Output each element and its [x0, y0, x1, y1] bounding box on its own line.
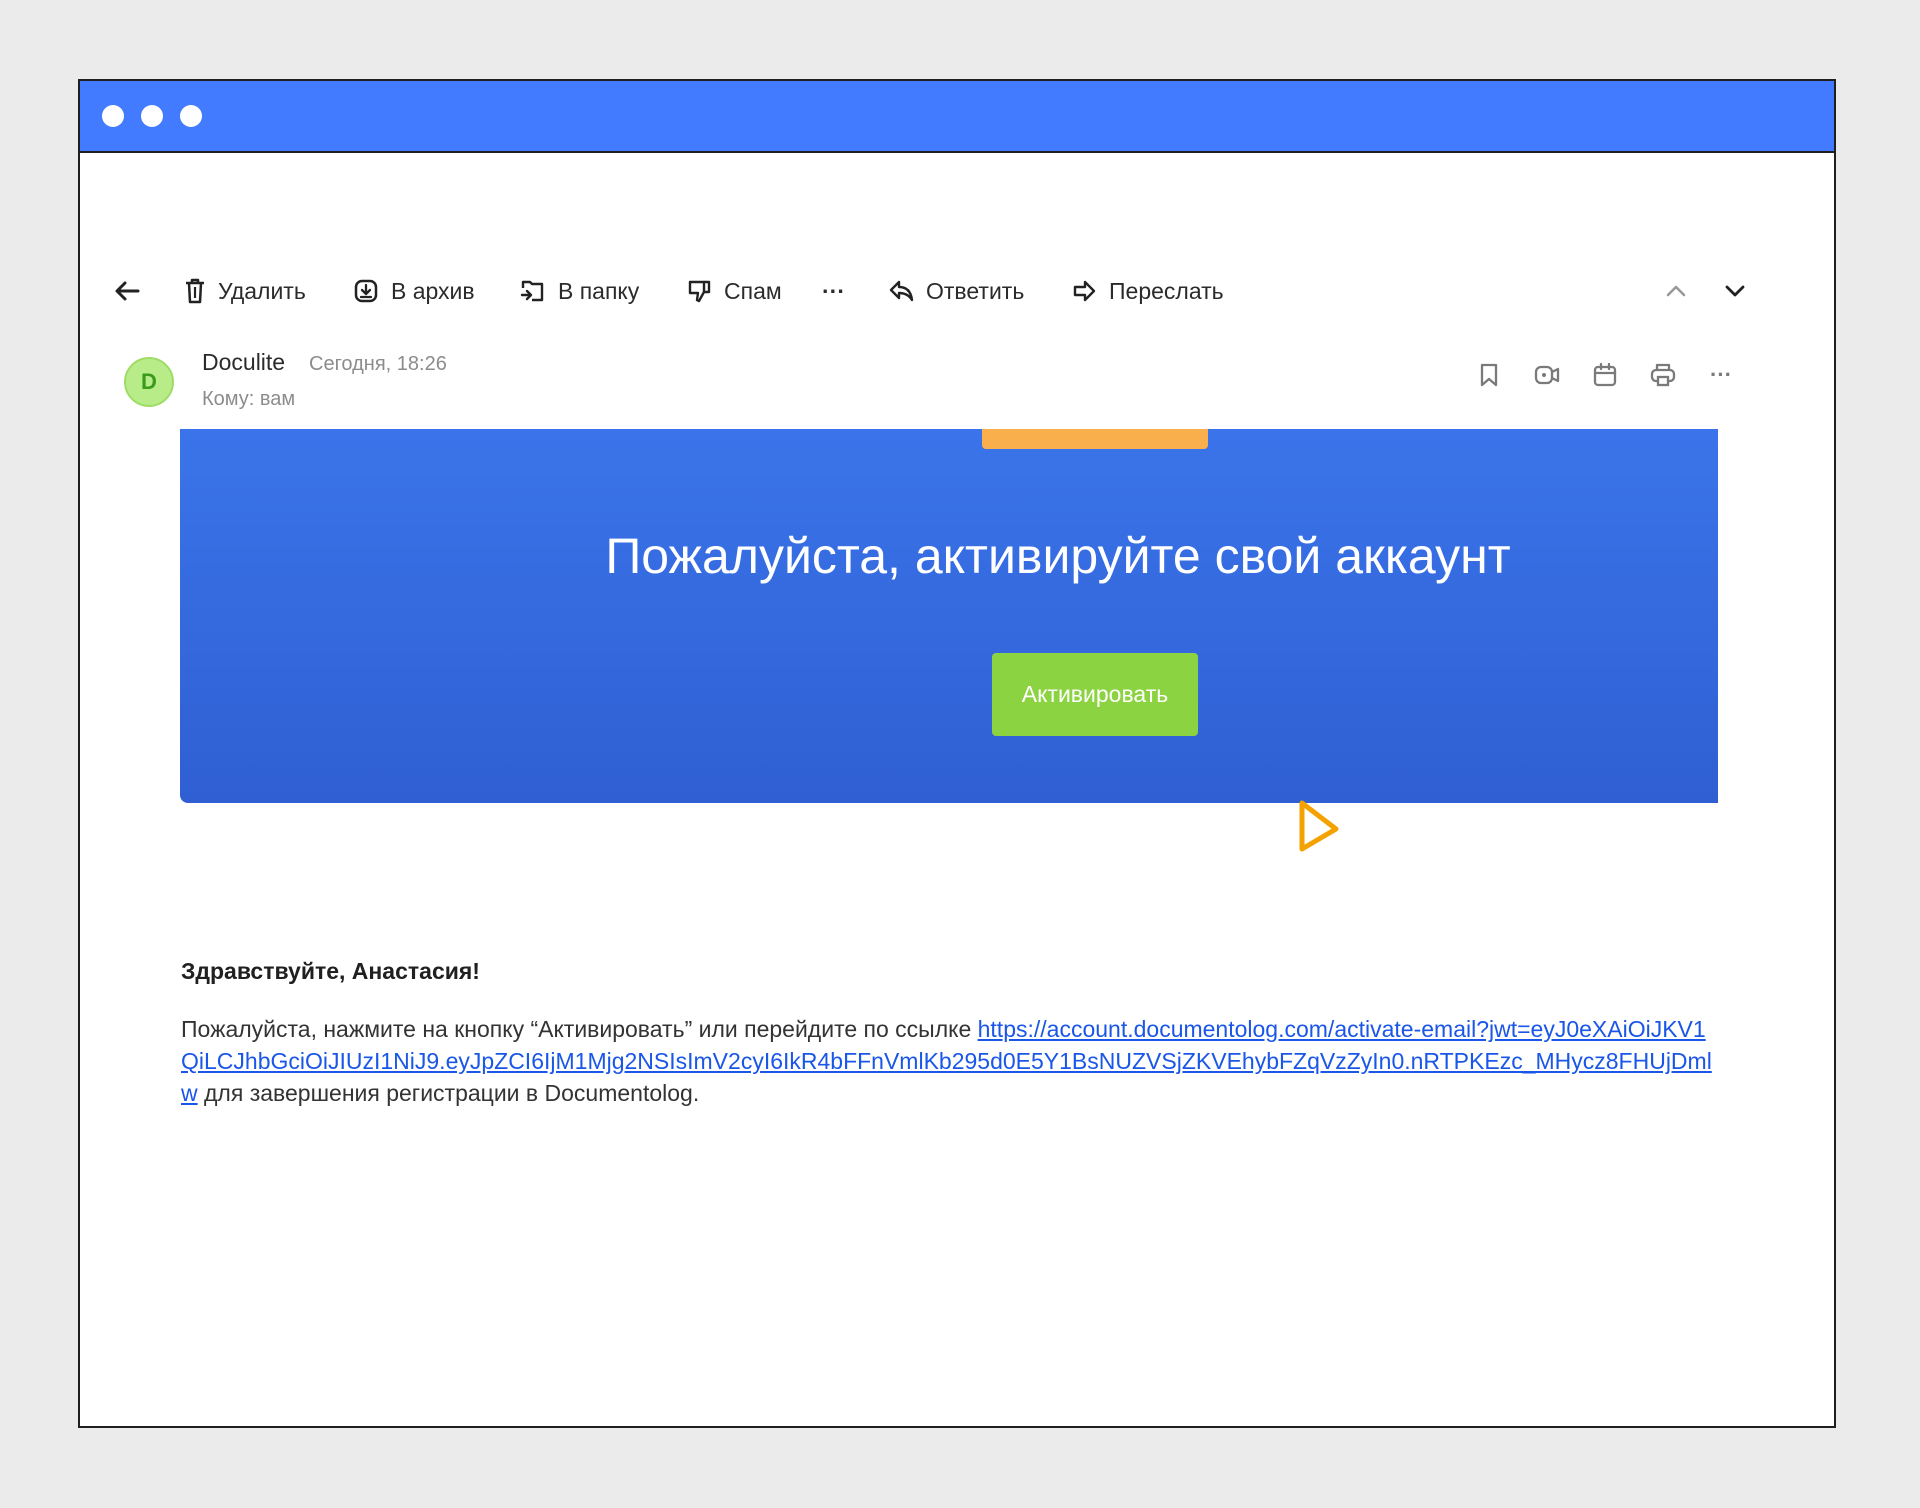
mail-toolbar: Удалить В архив В папку Спам ··· Ответит…	[80, 271, 1834, 311]
chevron-down-icon	[1725, 285, 1745, 297]
message-time: Сегодня, 18:26	[309, 353, 447, 375]
move-to-folder-button[interactable]: В папку	[520, 271, 639, 311]
reply-icon	[889, 280, 914, 302]
more-actions-button[interactable]: ···	[822, 271, 845, 311]
video-icon	[1534, 365, 1560, 385]
back-button[interactable]	[114, 271, 140, 311]
window-dot-1[interactable]	[102, 105, 124, 127]
window-titlebar	[80, 81, 1834, 153]
spam-label: Спам	[724, 277, 782, 304]
message-more-button[interactable]: ···	[1705, 359, 1737, 391]
browser-window: Удалить В архив В папку Спам ··· Ответит…	[78, 79, 1836, 1428]
arrow-left-icon	[115, 281, 140, 301]
spam-button[interactable]: Спам	[686, 271, 782, 311]
recipient-line: Кому: вам	[202, 388, 296, 410]
forward-button[interactable]: Переслать	[1071, 271, 1224, 311]
body-text-after: для завершения регистрации в Documentolo…	[197, 1080, 700, 1106]
banner-title: Пожалуйста, активируйте свой аккаунт	[605, 528, 1511, 584]
delete-label: Удалить	[218, 277, 306, 304]
calendar-icon	[1593, 362, 1617, 387]
bookmark-button[interactable]	[1473, 359, 1505, 391]
body-text-before: Пожалуйста, нажмите на кнопку “Активиров…	[181, 1016, 978, 1042]
archive-button[interactable]: В архив	[353, 271, 475, 311]
forward-icon	[1073, 280, 1096, 302]
calendar-button[interactable]	[1589, 359, 1621, 391]
activation-banner: Пожалуйста, активируйте свой аккаунт Акт…	[180, 429, 1718, 803]
archive-icon	[354, 279, 378, 303]
thumbs-down-icon	[688, 280, 711, 303]
reply-label: Ответить	[926, 277, 1025, 304]
chevron-up-icon	[1666, 285, 1686, 297]
window-dot-2[interactable]	[141, 105, 163, 127]
sender-avatar[interactable]: D	[124, 357, 174, 407]
more-horizontal-icon: ···	[1710, 362, 1732, 387]
mouse-pointer-icon	[1299, 800, 1339, 852]
activate-button[interactable]: Активировать	[992, 653, 1198, 736]
trash-icon	[186, 278, 204, 304]
window-dot-3[interactable]	[180, 105, 202, 127]
greeting-text: Здравствуйте, Анастасия!	[181, 958, 480, 984]
video-call-button[interactable]	[1531, 359, 1563, 391]
folder-label: В папку	[558, 277, 640, 304]
banner-decoration	[982, 429, 1208, 449]
previous-message-button[interactable]	[1664, 271, 1688, 311]
delete-button[interactable]: Удалить	[184, 271, 306, 311]
bookmark-icon	[1480, 363, 1498, 387]
more-icon: ···	[822, 277, 845, 304]
forward-label: Переслать	[1109, 277, 1224, 304]
folder-move-icon	[520, 280, 544, 302]
archive-label: В архив	[391, 277, 475, 304]
print-button[interactable]	[1647, 359, 1679, 391]
print-icon	[1650, 363, 1676, 387]
next-message-button[interactable]	[1723, 271, 1747, 311]
sender-name[interactable]: Doculite	[202, 349, 285, 376]
reply-button[interactable]: Ответить	[888, 271, 1024, 311]
body-paragraph: Пожалуйста, нажмите на кнопку “Активиров…	[181, 1013, 1719, 1109]
